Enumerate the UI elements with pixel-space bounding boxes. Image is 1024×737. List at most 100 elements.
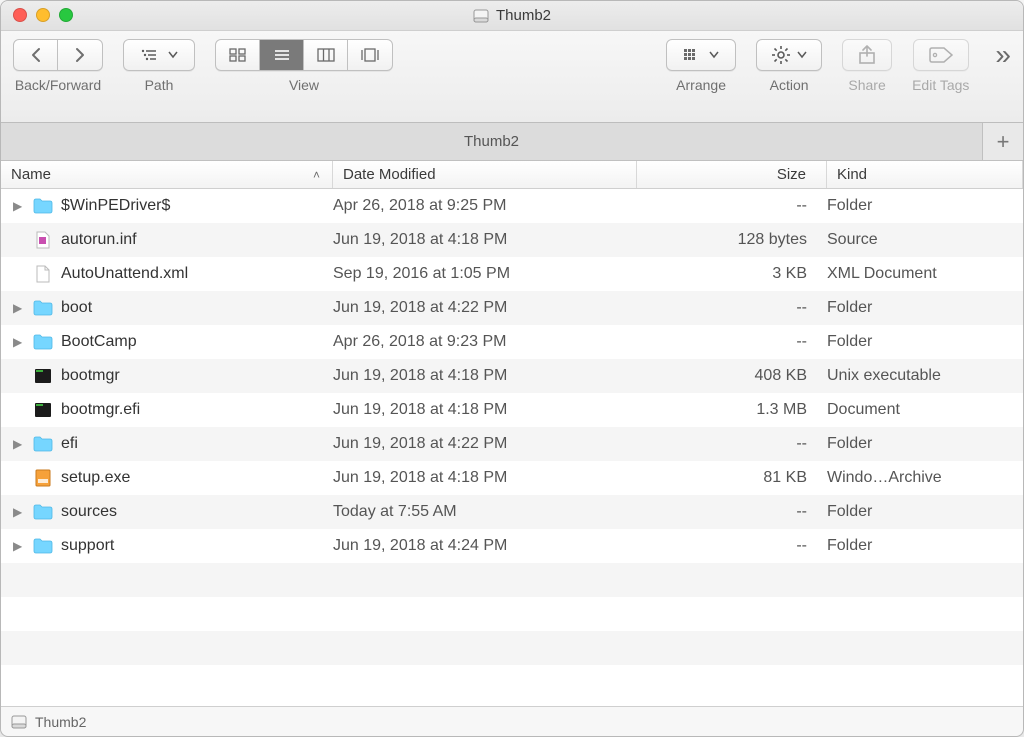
column-header-name[interactable]: Name ˄ bbox=[1, 161, 333, 188]
file-size: -- bbox=[637, 299, 827, 317]
file-icon bbox=[33, 502, 53, 522]
file-row[interactable]: ▶$WinPEDriver$Apr 26, 2018 at 9:25 PM--F… bbox=[1, 189, 1023, 223]
file-kind: Folder bbox=[827, 435, 1023, 453]
action-label: Action bbox=[770, 77, 809, 93]
edit-tags-button[interactable] bbox=[913, 39, 969, 71]
arrange-icon bbox=[683, 48, 703, 62]
file-row[interactable]: setup.exeJun 19, 2018 at 4:18 PM81 KBWin… bbox=[1, 461, 1023, 495]
file-name: bootmgr bbox=[61, 367, 120, 385]
file-row[interactable]: ▶sourcesToday at 7:55 AM--Folder bbox=[1, 495, 1023, 529]
file-date: Jun 19, 2018 at 4:18 PM bbox=[333, 231, 637, 249]
file-row[interactable]: bootmgrJun 19, 2018 at 4:18 PM408 KBUnix… bbox=[1, 359, 1023, 393]
disclosure-triangle-icon[interactable]: ▶ bbox=[13, 437, 25, 451]
file-name: bootmgr.efi bbox=[61, 401, 140, 419]
file-name: boot bbox=[61, 299, 92, 317]
path-button[interactable] bbox=[123, 39, 195, 71]
disclosure-triangle-icon[interactable]: ▶ bbox=[13, 505, 25, 519]
empty-row bbox=[1, 631, 1023, 665]
disclosure-triangle-icon[interactable]: ▶ bbox=[13, 199, 25, 213]
file-row[interactable]: ▶BootCampApr 26, 2018 at 9:23 PM--Folder bbox=[1, 325, 1023, 359]
file-kind: Folder bbox=[827, 503, 1023, 521]
view-label: View bbox=[289, 77, 319, 93]
window-title: Thumb2 bbox=[473, 7, 551, 24]
view-column-button[interactable] bbox=[304, 40, 348, 70]
file-name: sources bbox=[61, 503, 117, 521]
close-window-button[interactable] bbox=[13, 8, 27, 22]
forward-button[interactable] bbox=[58, 40, 102, 70]
file-date: Sep 19, 2016 at 1:05 PM bbox=[333, 265, 637, 283]
column-header-size[interactable]: Size bbox=[637, 161, 827, 188]
file-date: Apr 26, 2018 at 9:23 PM bbox=[333, 333, 637, 351]
new-tab-button[interactable]: + bbox=[983, 123, 1023, 160]
file-name: AutoUnattend.xml bbox=[61, 265, 188, 283]
file-kind: Folder bbox=[827, 537, 1023, 555]
file-name: BootCamp bbox=[61, 333, 137, 351]
file-name: efi bbox=[61, 435, 78, 453]
file-size: -- bbox=[637, 333, 827, 351]
file-icon bbox=[33, 468, 53, 488]
path-label: Path bbox=[145, 77, 174, 93]
disclosure-triangle-icon[interactable]: ▶ bbox=[13, 301, 25, 315]
file-row[interactable]: ▶ boot Jun 19, 2018 at 4:22 PM--Folder bbox=[1, 291, 1023, 325]
sort-asc-icon: ˄ bbox=[313, 168, 320, 182]
file-date: Jun 19, 2018 at 4:22 PM bbox=[333, 435, 637, 453]
plus-icon: + bbox=[997, 129, 1010, 155]
file-row[interactable]: ▶ efi Jun 19, 2018 at 4:22 PM--Folder bbox=[1, 427, 1023, 461]
file-kind: Document bbox=[827, 401, 1023, 419]
gallery-icon bbox=[360, 48, 380, 62]
back-forward-segment bbox=[13, 39, 103, 71]
share-button[interactable] bbox=[842, 39, 892, 71]
minimize-window-button[interactable] bbox=[36, 8, 50, 22]
file-name: autorun.inf bbox=[61, 231, 137, 249]
chevron-down-icon bbox=[168, 51, 178, 59]
file-icon bbox=[33, 230, 53, 250]
file-row[interactable]: AutoUnattend.xmlSep 19, 2016 at 1:05 PM3… bbox=[1, 257, 1023, 291]
file-icon bbox=[33, 196, 53, 216]
empty-row bbox=[1, 563, 1023, 597]
column-name-label: Name bbox=[11, 166, 51, 183]
chevron-left-icon bbox=[29, 47, 43, 63]
disk-icon bbox=[11, 715, 27, 729]
file-icon bbox=[33, 400, 53, 420]
zoom-window-button[interactable] bbox=[59, 8, 73, 22]
window-controls bbox=[13, 8, 73, 22]
path-location[interactable]: Thumb2 bbox=[35, 714, 86, 730]
path-icon bbox=[140, 48, 162, 62]
file-size: -- bbox=[637, 435, 827, 453]
file-name: support bbox=[61, 537, 114, 555]
action-button[interactable] bbox=[756, 39, 822, 71]
arrange-button[interactable] bbox=[666, 39, 736, 71]
disclosure-triangle-icon[interactable]: ▶ bbox=[13, 335, 25, 349]
file-row[interactable]: autorun.infJun 19, 2018 at 4:18 PM128 by… bbox=[1, 223, 1023, 257]
file-date: Jun 19, 2018 at 4:22 PM bbox=[333, 299, 637, 317]
share-label: Share bbox=[848, 77, 885, 93]
empty-row bbox=[1, 597, 1023, 631]
file-icon bbox=[33, 332, 53, 352]
disclosure-triangle-icon[interactable]: ▶ bbox=[13, 539, 25, 553]
view-segment bbox=[215, 39, 393, 71]
file-size: 1.3 MB bbox=[637, 401, 827, 419]
view-gallery-button[interactable] bbox=[348, 40, 392, 70]
view-list-button[interactable] bbox=[260, 40, 304, 70]
column-header-date[interactable]: Date Modified bbox=[333, 161, 637, 188]
file-row[interactable]: ▶supportJun 19, 2018 at 4:24 PM--Folder bbox=[1, 529, 1023, 563]
column-headers: Name ˄ Date Modified Size Kind bbox=[1, 161, 1023, 189]
file-name: $WinPEDriver$ bbox=[61, 197, 170, 215]
view-icon-button[interactable] bbox=[216, 40, 260, 70]
share-icon bbox=[858, 45, 876, 65]
file-date: Apr 26, 2018 at 9:25 PM bbox=[333, 197, 637, 215]
back-button[interactable] bbox=[14, 40, 58, 70]
action-group: Action bbox=[756, 39, 822, 93]
file-list[interactable]: ▶$WinPEDriver$Apr 26, 2018 at 9:25 PM--F… bbox=[1, 189, 1023, 706]
file-date: Jun 19, 2018 at 4:18 PM bbox=[333, 367, 637, 385]
file-row[interactable]: bootmgr.efiJun 19, 2018 at 4:18 PM1.3 MB… bbox=[1, 393, 1023, 427]
file-name: setup.exe bbox=[61, 469, 130, 487]
toolbar-overflow[interactable]: » bbox=[995, 39, 1011, 71]
file-icon bbox=[33, 366, 53, 386]
file-icon bbox=[33, 264, 53, 284]
file-kind: Folder bbox=[827, 299, 1023, 317]
disk-icon bbox=[473, 9, 489, 23]
file-kind: Windo…Archive bbox=[827, 469, 1023, 487]
tab-thumb2[interactable]: Thumb2 bbox=[1, 123, 983, 160]
column-header-kind[interactable]: Kind bbox=[827, 161, 1023, 188]
